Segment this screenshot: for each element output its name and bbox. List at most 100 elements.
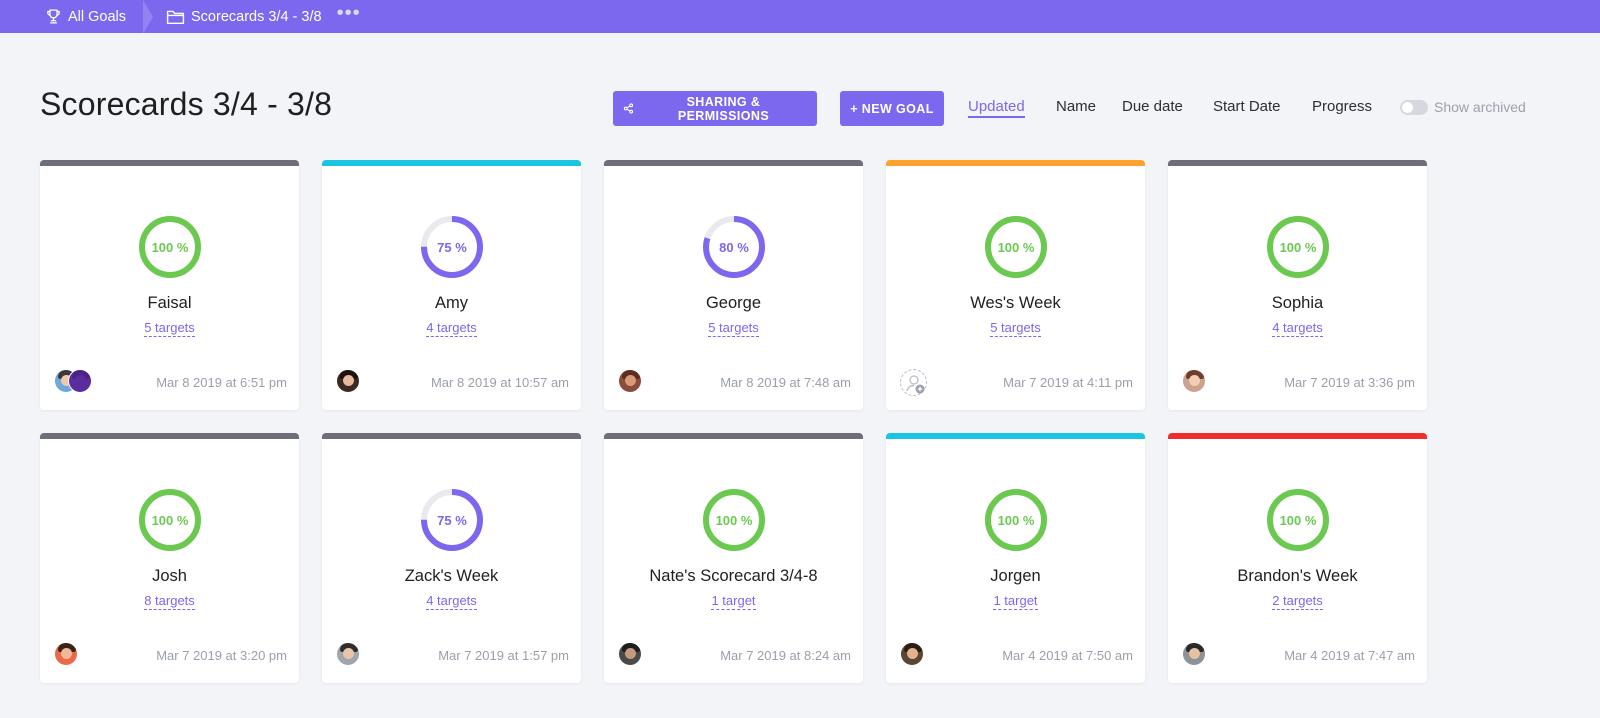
avatar-face (75, 375, 86, 386)
owner-avatars (336, 642, 360, 666)
goal-name: Jorgen (990, 567, 1041, 585)
updated-date: Mar 8 2019 at 7:48 am (720, 375, 851, 390)
goal-card-3[interactable]: 80 % George 5 targets Mar 8 2019 at 7:48… (604, 160, 863, 410)
show-archived-toggle[interactable] (1400, 100, 1428, 115)
avatar[interactable] (1182, 369, 1206, 393)
progress-ring: 100 % (137, 214, 203, 280)
share-icon (623, 103, 634, 114)
progress-percent: 100 % (997, 512, 1035, 528)
targets-link-wrap: 4 targets (1168, 320, 1427, 337)
owner-avatars (336, 369, 360, 393)
goal-card-5[interactable]: 100 % Sophia 4 targets Mar 7 2019 at 3:3… (1168, 160, 1427, 410)
progress-percent: 100 % (1279, 239, 1317, 255)
toggle-knob (1402, 102, 1413, 113)
goal-name: Sophia (1271, 294, 1324, 312)
updated-date: Mar 7 2019 at 3:36 pm (1284, 375, 1415, 390)
avatar-face (625, 375, 636, 386)
card-color-strip (322, 160, 581, 166)
targets-link[interactable]: 4 targets (1272, 320, 1323, 337)
sharing-permissions-button[interactable]: SHARING & PERMISSIONS (613, 91, 817, 126)
owner-avatars (618, 642, 642, 666)
owner-avatars (1182, 369, 1206, 393)
targets-link[interactable]: 5 targets (144, 320, 195, 337)
progress-ring: 100 % (1265, 214, 1331, 280)
owner-avatars (54, 369, 92, 393)
show-archived-label: Show archived (1434, 99, 1526, 115)
goal-card-1[interactable]: 100 % Faisal 5 targets Mar 8 2019 at 6:5… (40, 160, 299, 410)
sort-start-date[interactable]: Start Date (1213, 98, 1281, 115)
avatar[interactable] (68, 369, 92, 393)
progress-percent: 100 % (1279, 512, 1317, 528)
sharing-permissions-label: SHARING & PERMISSIONS (677, 94, 770, 123)
goal-card-4[interactable]: 100 % Wes's Week 5 targets Mar 7 2019 at… (886, 160, 1145, 410)
updated-date: Mar 4 2019 at 7:50 am (1002, 648, 1133, 663)
targets-link[interactable]: 2 targets (1272, 593, 1323, 610)
progress-percent: 100 % (997, 239, 1035, 255)
targets-link[interactable]: 1 target (711, 593, 756, 610)
owner-avatars (900, 642, 924, 666)
avatar-face (61, 648, 72, 659)
owner-avatars (54, 642, 78, 666)
breadcrumb-all-goals-label: All Goals (68, 8, 127, 25)
progress-ring: 100 % (983, 487, 1049, 553)
targets-link[interactable]: 8 targets (144, 593, 195, 610)
updated-date: Mar 7 2019 at 3:20 pm (156, 648, 287, 663)
breadcrumb-all-goals[interactable]: All Goals (0, 0, 156, 34)
breadcrumb-folder-label: Scorecards 3/4 - 3/8 (191, 8, 322, 25)
card-color-strip (886, 160, 1145, 166)
goal-card-8[interactable]: 100 % Nate's Scorecard 3/4-8 1 target Ma… (604, 433, 863, 683)
new-goal-button[interactable]: + NEW GOAL (840, 91, 944, 126)
more-options-icon[interactable]: ••• (337, 0, 361, 36)
goal-card-7[interactable]: 75 % Zack's Week 4 targets Mar 7 2019 at… (322, 433, 581, 683)
avatar[interactable] (54, 642, 78, 666)
updated-date: Mar 7 2019 at 4:11 pm (1003, 375, 1133, 390)
targets-link[interactable]: 4 targets (426, 320, 477, 337)
avatar[interactable] (618, 642, 642, 666)
avatar[interactable] (336, 369, 360, 393)
sort-due-date[interactable]: Due date (1122, 98, 1183, 115)
targets-link-wrap: 1 target (604, 593, 863, 610)
avatar[interactable] (618, 369, 642, 393)
targets-link-wrap: 4 targets (322, 320, 581, 337)
card-color-strip (1168, 433, 1427, 439)
goal-card-9[interactable]: 100 % Jorgen 1 target Mar 4 2019 at 7:50… (886, 433, 1145, 683)
updated-date: Mar 8 2019 at 6:51 pm (156, 375, 287, 390)
card-color-strip (1168, 160, 1427, 166)
owner-avatars (900, 369, 927, 396)
breadcrumb-folder[interactable]: Scorecards 3/4 - 3/8 (156, 0, 322, 33)
avatar-face (1189, 648, 1200, 659)
updated-date: Mar 4 2019 at 7:47 am (1284, 648, 1415, 663)
avatar[interactable] (336, 642, 360, 666)
targets-link[interactable]: 5 targets (990, 320, 1041, 337)
goal-card-6[interactable]: 100 % Josh 8 targets Mar 7 2019 at 3:20 … (40, 433, 299, 683)
avatar-face (907, 648, 918, 659)
targets-link[interactable]: 5 targets (708, 320, 759, 337)
avatar-face (1189, 375, 1200, 386)
targets-link[interactable]: 1 target (993, 593, 1038, 610)
goal-card-10[interactable]: 100 % Brandon's Week 2 targets Mar 4 201… (1168, 433, 1427, 683)
owner-avatars (1182, 642, 1206, 666)
goal-card-2[interactable]: 75 % Amy 4 targets Mar 8 2019 at 10:57 a… (322, 160, 581, 410)
sort-updated[interactable]: Updated (968, 98, 1025, 118)
add-assignee-icon[interactable] (900, 369, 927, 396)
sort-progress[interactable]: Progress (1312, 98, 1372, 115)
progress-ring: 75 % (419, 214, 485, 280)
trophy-icon (47, 9, 60, 24)
avatar[interactable] (1182, 642, 1206, 666)
progress-percent: 100 % (151, 239, 189, 255)
folder-icon (166, 10, 185, 24)
sort-name[interactable]: Name (1056, 98, 1096, 115)
progress-ring: 100 % (1265, 487, 1331, 553)
targets-link-wrap: 1 target (886, 593, 1145, 610)
card-color-strip (40, 433, 299, 439)
targets-link-wrap: 8 targets (40, 593, 299, 610)
updated-date: Mar 7 2019 at 1:57 pm (438, 648, 569, 663)
top-breadcrumb-bar: All Goals Scorecards 3/4 - 3/8 ••• (0, 0, 1600, 36)
progress-ring: 100 % (137, 487, 203, 553)
targets-link-wrap: 5 targets (604, 320, 863, 337)
goal-name: Josh (152, 567, 187, 585)
goal-name: Amy (435, 294, 468, 312)
targets-link[interactable]: 4 targets (426, 593, 477, 610)
avatar[interactable] (900, 642, 924, 666)
progress-percent: 75 % (437, 239, 467, 255)
